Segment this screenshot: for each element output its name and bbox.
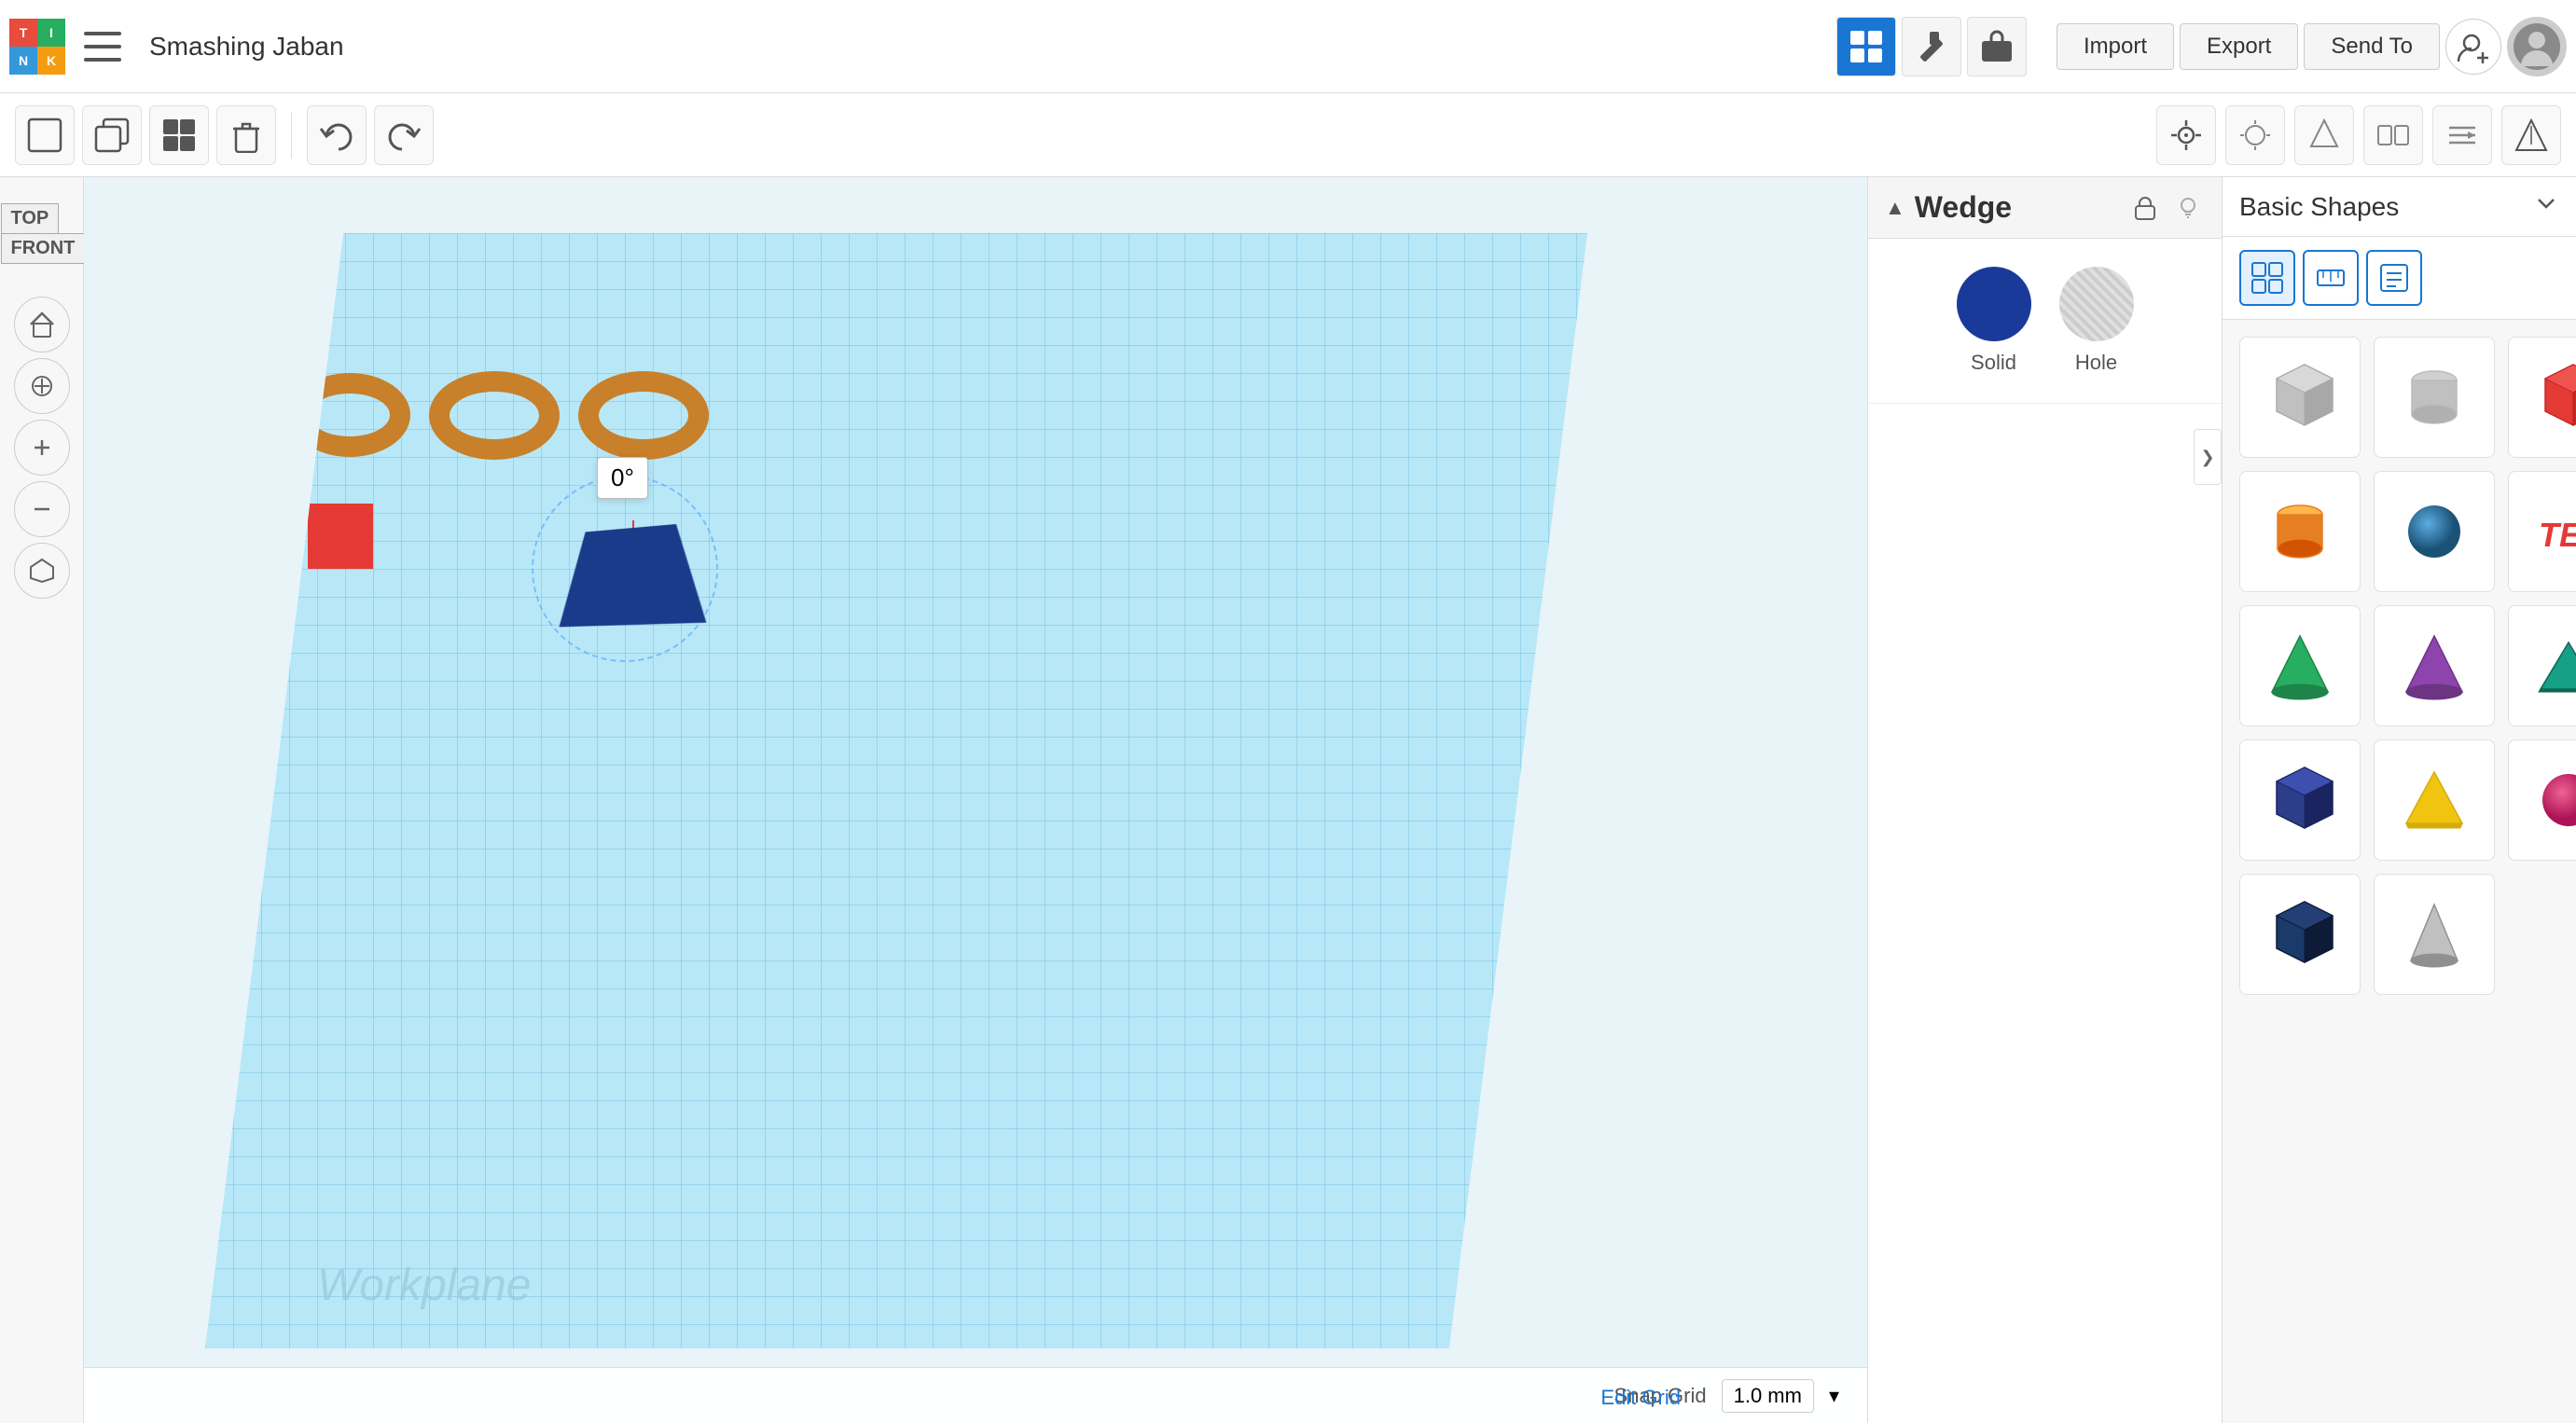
lock-icon[interactable]	[2128, 191, 2162, 225]
sphere-blue-shape[interactable]	[2374, 471, 2495, 592]
shape-panel-title: Wedge	[1915, 190, 2119, 225]
tinkercad-logo[interactable]: T I N K	[9, 19, 65, 75]
ring-2[interactable]	[429, 371, 560, 460]
rotation-indicator: 0°	[597, 457, 648, 499]
workplane[interactable]: 0° Workplane	[205, 233, 1587, 1348]
mirror-btn[interactable]	[2363, 105, 2423, 165]
viewport[interactable]: 0° Workplane Edit Grid Snap Grid 1.0 mm …	[84, 177, 1867, 1423]
library-title: Basic Shapes	[2239, 192, 2524, 222]
solid-option[interactable]: Solid	[1957, 267, 2031, 375]
library-icon-tabs	[2223, 237, 2576, 320]
delete-btn[interactable]	[216, 105, 276, 165]
text-shape-item[interactable]: TEXT	[2508, 471, 2576, 592]
pyramid-yellow-shape[interactable]	[2374, 739, 2495, 861]
shapes-grid: TEXT	[2223, 320, 2576, 1012]
ring-1[interactable]	[289, 373, 410, 457]
ruler-tab-icon[interactable]	[2303, 250, 2359, 306]
box-navy-shape[interactable]	[2239, 874, 2361, 995]
workplane-grid: 0° Workplane	[205, 233, 1587, 1348]
wedge-teal-shape[interactable]	[2508, 605, 2576, 726]
logo-i: I	[37, 19, 65, 47]
main-area: TOP FRONT	[0, 177, 2576, 1423]
export-btn[interactable]: Export	[2180, 23, 2298, 70]
view-cube-top[interactable]: TOP	[1, 203, 60, 233]
zoom-out-btn[interactable]	[14, 481, 70, 537]
grid-tab-icon[interactable]	[2239, 250, 2295, 306]
snap-bar: Edit Grid Snap Grid 1.0 mm ▾	[84, 1367, 1867, 1423]
logo-k: K	[37, 47, 65, 75]
app-title: Smashing Jaban	[149, 32, 1827, 62]
align-btn[interactable]	[2432, 105, 2492, 165]
zoom-in-btn[interactable]	[14, 420, 70, 476]
light-icon-btn[interactable]	[2225, 105, 2285, 165]
cone-purple-shape[interactable]	[2374, 605, 2495, 726]
ruler-btn[interactable]	[2501, 105, 2561, 165]
shape-options: Solid Hole	[1868, 239, 2222, 403]
perspective-nav-btn[interactable]	[14, 543, 70, 599]
hole-circle	[2059, 267, 2134, 341]
bulb-icon[interactable]	[2171, 191, 2205, 225]
shapes-library: Basic Shapes	[2222, 177, 2576, 1423]
redo-btn[interactable]	[374, 105, 434, 165]
panel-collapse-icon[interactable]: ▲	[1885, 196, 1905, 220]
home-nav-btn[interactable]	[14, 297, 70, 352]
logo-t: T	[9, 19, 37, 47]
shape-panel: ▲ Wedge Solid Hole	[1867, 177, 2222, 1423]
library-header: Basic Shapes	[2223, 177, 2576, 237]
camera-view-btn[interactable]	[2156, 105, 2216, 165]
solid-circle	[1957, 267, 2031, 341]
workplane-label: Workplane	[317, 1260, 531, 1311]
cone-gray-shape[interactable]	[2374, 874, 2495, 995]
edit-grid-btn[interactable]: Edit Grid	[1600, 1386, 1681, 1410]
import-btn[interactable]: Import	[2057, 23, 2174, 70]
view-cube-front[interactable]: FRONT	[1, 233, 86, 264]
topbar: T I N K Smashing Jaban Import Export Sen…	[0, 0, 2576, 93]
menu-icon[interactable]	[75, 19, 131, 75]
cylinder-gray-shape[interactable]	[2374, 337, 2495, 458]
box-blue-shape[interactable]	[2239, 739, 2361, 861]
red-square[interactable]	[308, 504, 373, 569]
svg-text:TEXT: TEXT	[2539, 516, 2576, 554]
fit-nav-btn[interactable]	[14, 358, 70, 414]
toolbar	[0, 93, 2576, 177]
briefcase-view-btn[interactable]	[1967, 17, 2027, 76]
new-shape-btn[interactable]	[15, 105, 75, 165]
topbar-right: Import Export Send To	[1836, 17, 2567, 76]
cone-green-shape[interactable]	[2239, 605, 2361, 726]
left-panel: TOP FRONT	[0, 177, 84, 1423]
cylinder-orange-shape[interactable]	[2239, 471, 2361, 592]
duplicate-btn[interactable]	[149, 105, 209, 165]
logo-n: N	[9, 47, 37, 75]
ring-3[interactable]	[578, 371, 709, 460]
hammer-view-btn[interactable]	[1902, 17, 1961, 76]
profile-avatar[interactable]	[2507, 17, 2567, 76]
library-dropdown-icon[interactable]	[2533, 190, 2559, 223]
grid-view-btn[interactable]	[1836, 17, 1896, 76]
panel-collapse-btn[interactable]: ❯	[2194, 429, 2222, 485]
snap-chevron-icon[interactable]: ▾	[1829, 1384, 1839, 1408]
notes-tab-icon[interactable]	[2366, 250, 2422, 306]
shape-tool-btn[interactable]	[2294, 105, 2354, 165]
hole-label: Hole	[2075, 351, 2117, 375]
add-user-btn[interactable]	[2445, 19, 2501, 75]
hole-option[interactable]: Hole	[2059, 267, 2134, 375]
sendto-btn[interactable]: Send To	[2304, 23, 2440, 70]
box-red-shape[interactable]	[2508, 337, 2576, 458]
shape-panel-header: ▲ Wedge	[1868, 177, 2222, 239]
solid-label: Solid	[1971, 351, 2016, 375]
box-gray-shape[interactable]	[2239, 337, 2361, 458]
copy-btn[interactable]	[82, 105, 142, 165]
sphere-pink-shape[interactable]	[2508, 739, 2576, 861]
undo-btn[interactable]	[307, 105, 367, 165]
view-cube[interactable]: TOP FRONT	[0, 187, 89, 280]
snap-grid-value[interactable]: 1.0 mm	[1722, 1379, 1814, 1413]
